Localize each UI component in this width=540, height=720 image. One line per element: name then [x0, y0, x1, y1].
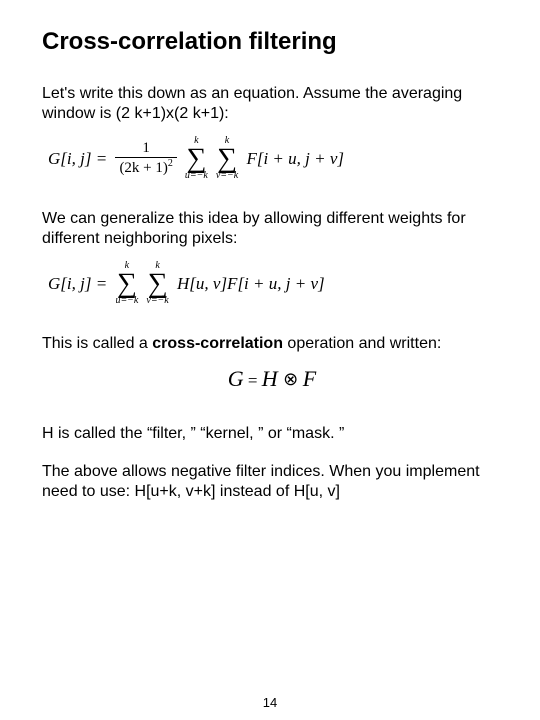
eq2-sum-v-lower: v=−k: [146, 296, 168, 306]
para3-bold: cross-correlation: [152, 335, 283, 352]
eq1-sum-u-lower: u=−k: [185, 171, 208, 181]
otimes-icon: ⊗: [283, 369, 303, 389]
eq2-rhs: H[u, v]F[i + u, j + v]: [173, 274, 325, 294]
eq2-sum-u-lower: u=−k: [115, 296, 138, 306]
paragraph-intro: Let's write this down as an equation. As…: [42, 84, 502, 124]
sigma-icon: ∑: [217, 146, 237, 171]
para3-pre: This is called a: [42, 335, 152, 352]
equation-averaging: G[i, j] = 1 (2k + 1)2 k ∑ u=−k k ∑ v=−k …: [48, 136, 502, 181]
page-title: Cross-correlation filtering: [42, 28, 502, 56]
eq1-sum-u: k ∑ u=−k: [185, 136, 208, 181]
eq2-sum-u: k ∑ u=−k: [115, 261, 138, 306]
equation-short: G = H ⊗ F: [42, 366, 502, 392]
paragraph-filter-names: H is called the “filter, ” “kernel, ” or…: [42, 424, 502, 444]
paragraph-generalize: We can generalize this idea by allowing …: [42, 209, 502, 249]
eq1-sum-v-lower: v=−k: [216, 171, 238, 181]
eq1-frac-den-base: (2k + 1): [119, 160, 167, 176]
eq2-lhs: G[i, j] =: [48, 274, 111, 294]
eq3-eq: =: [244, 371, 262, 390]
paragraph-named: This is called a cross-correlation opera…: [42, 334, 502, 354]
eq1-fraction: 1 (2k + 1)2: [115, 140, 176, 177]
slide-page: Cross-correlation filtering Let's write …: [0, 0, 540, 720]
sigma-icon: ∑: [148, 271, 168, 296]
eq3-F: F: [303, 366, 316, 391]
eq2-sum-v: k ∑ v=−k: [146, 261, 168, 306]
sigma-icon: ∑: [186, 146, 206, 171]
sigma-icon: ∑: [117, 271, 137, 296]
paragraph-implementation-note: The above allows negative filter indices…: [42, 462, 502, 502]
eq1-frac-den: (2k + 1)2: [115, 157, 176, 177]
eq3-G: G: [228, 366, 244, 391]
eq1-sum-v: k ∑ v=−k: [216, 136, 238, 181]
eq1-rhs: F[i + u, j + v]: [242, 149, 344, 169]
equation-weighted: G[i, j] = k ∑ u=−k k ∑ v=−k H[u, v]F[i +…: [48, 261, 502, 306]
page-number: 14: [0, 695, 540, 710]
eq1-frac-num: 1: [138, 140, 154, 157]
eq1-squared: 2: [168, 158, 173, 169]
eq1-lhs: G[i, j] =: [48, 149, 111, 169]
eq3-H: H: [262, 366, 278, 391]
para3-post: operation and written:: [283, 335, 441, 352]
